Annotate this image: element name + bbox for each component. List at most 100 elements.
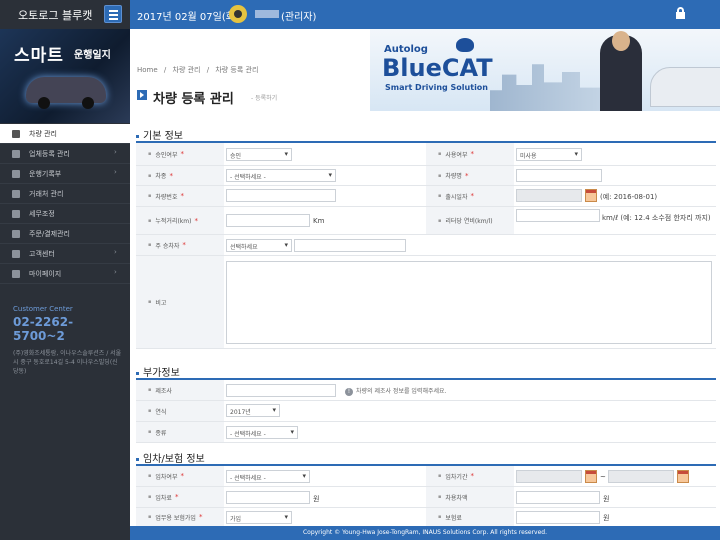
- section-title-extra: 부가정보: [136, 364, 180, 379]
- note-textarea[interactable]: [226, 261, 712, 344]
- sidebar-item-company[interactable]: 업체등록 관리 ›: [0, 144, 130, 164]
- user-icon: [12, 270, 20, 278]
- sidebar-item-label: 거래처 관리: [29, 190, 64, 198]
- sidebar-nav: 차량 관리 업체등록 관리 › 운행기록부 › 거래처 관리 세무조정 주문/결…: [0, 124, 130, 284]
- fee-input[interactable]: [226, 491, 310, 504]
- deposit-label: 차용차액: [426, 487, 514, 507]
- period-start-input[interactable]: [516, 470, 582, 483]
- lock-icon[interactable]: [676, 7, 685, 19]
- car-icon: [12, 130, 20, 138]
- sidebar-banner: 스마트 운행일지: [0, 29, 130, 123]
- app-title[interactable]: 오토로그 블루캣: [18, 7, 92, 23]
- form-row: 업무용 보험가입* 가입 보험료 원: [136, 508, 716, 526]
- approval-select[interactable]: 승인: [226, 148, 292, 161]
- sidebar-item-label: 주문/결제관리: [29, 230, 70, 238]
- driver-input[interactable]: [294, 239, 406, 252]
- approval-label: 승인여부*: [136, 143, 224, 165]
- customer-center-heading: Customer Center: [13, 305, 73, 313]
- driver-select[interactable]: 선택하세요: [226, 239, 292, 252]
- form-row: 임차료* 원 차용차액 원: [136, 487, 716, 508]
- calendar-icon[interactable]: [585, 470, 597, 483]
- period-label: 임차기간*: [426, 466, 514, 486]
- banner-subtitle: 운행일지: [74, 50, 111, 61]
- lease-select[interactable]: - 선택하세요 -: [226, 470, 310, 483]
- logo-line3: Smart Driving Solution: [385, 83, 488, 92]
- sidebar-item-tax[interactable]: 세무조정: [0, 204, 130, 224]
- period-separator: ~: [600, 473, 606, 481]
- form-row: 연식 2017년: [136, 401, 716, 422]
- breadcrumb-separator: /: [163, 66, 167, 74]
- plate-label: 차량번호*: [136, 186, 224, 206]
- plate-input[interactable]: [226, 189, 336, 202]
- kind-select[interactable]: - 선택하세요 -: [226, 426, 298, 439]
- breadcrumb-current: 차량 등록 관리: [215, 66, 259, 74]
- calendar-icon[interactable]: [585, 189, 597, 202]
- form-row: 주 승차자* 선택하세요: [136, 235, 716, 256]
- breadcrumb-home[interactable]: Home: [137, 66, 158, 74]
- form-row: 승인여부* 승인 사용여부* 미사용: [136, 143, 716, 166]
- premium-input[interactable]: [516, 511, 600, 524]
- brand-area: 오토로그 블루캣: [0, 0, 130, 29]
- sidebar-item-label: 세무조정: [29, 210, 55, 218]
- maker-input[interactable]: [226, 384, 336, 397]
- breadcrumb-separator: /: [206, 66, 210, 74]
- fuel-hint: km/ℓ (예: 12.4 소수점 한자리 까지): [602, 214, 711, 222]
- sidebar-item-support[interactable]: 고객센터 ›: [0, 244, 130, 264]
- year-select[interactable]: 2017년: [226, 404, 280, 417]
- avatar[interactable]: [229, 5, 247, 23]
- driver-label: 주 승차자*: [136, 235, 224, 255]
- title-arrow-icon: [137, 90, 147, 100]
- menu-toggle-button[interactable]: [104, 5, 122, 23]
- period-end-input[interactable]: [608, 470, 674, 483]
- page-subtitle: - 등록하기: [251, 95, 278, 102]
- sidebar-item-orders[interactable]: 주문/결제관리: [0, 224, 130, 244]
- deposit-unit: 원: [603, 495, 610, 503]
- year-label: 연식: [136, 401, 224, 421]
- fuel-efficiency-input[interactable]: [516, 209, 600, 222]
- chevron-right-icon: ›: [114, 248, 117, 256]
- fee-unit: 원: [313, 495, 320, 503]
- sidebar-item-label: 업체등록 관리: [29, 150, 70, 158]
- form-row: 차종* - 선택하세요 - 차량명*: [136, 166, 716, 186]
- sidebar-item-mypage[interactable]: 마이페이지 ›: [0, 264, 130, 284]
- sidebar-item-label: 운행기록부: [29, 170, 62, 178]
- sidebar-item-label: 차량 관리: [29, 130, 57, 138]
- mileage-input[interactable]: [226, 214, 310, 227]
- headset-icon: [12, 250, 20, 258]
- vehicle-type-select[interactable]: - 선택하세요 -: [226, 169, 336, 182]
- note-label: 비고: [136, 256, 224, 348]
- form-row: 비고: [136, 256, 716, 349]
- calculator-icon: [12, 210, 20, 218]
- release-hint: (예: 2016-08-01): [600, 193, 658, 201]
- maker-hint: ! 차량의 제조사 정보를 입력해주세요.: [345, 386, 446, 396]
- form-row: 제조사 !차량의 제조사 정보를 입력해주세요.: [136, 380, 716, 401]
- customer-center-phone: 02-2262-5700~2: [13, 315, 74, 343]
- insurance-select[interactable]: 가입: [226, 511, 292, 524]
- deposit-input[interactable]: [516, 491, 600, 504]
- footer: Copyright © Young-Hwa Jose-TongRam, INAU…: [130, 526, 720, 540]
- logo-line2: BlueCAT: [382, 54, 493, 82]
- cat-icon: [456, 38, 474, 52]
- user-role: (관리자): [281, 12, 317, 23]
- info-icon: !: [345, 388, 353, 396]
- form-row: 누적거리(km)* Km 리터당 연비(km/l) km/ℓ (예: 12.4 …: [136, 207, 716, 235]
- calendar-icon[interactable]: [677, 470, 689, 483]
- section-title-lease: 임차/보험 정보: [136, 450, 205, 465]
- sidebar-item-clients[interactable]: 거래처 관리: [0, 184, 130, 204]
- premium-unit: 원: [603, 514, 610, 522]
- sidebar-item-label: 고객센터: [29, 250, 55, 258]
- customer-center-address: (주)영화조세통람, 이나우스솔루션즈 / 서울시 중구 동호로14길 5-4 …: [13, 350, 122, 375]
- sidebar-item-logbook[interactable]: 운행기록부 ›: [0, 164, 130, 184]
- sidebar: 스마트 운행일지 차량 관리 업체등록 관리 › 운행기록부 › 거래처 관리 …: [0, 29, 130, 540]
- sidebar-item-vehicle[interactable]: 차량 관리: [0, 124, 130, 144]
- release-date-input[interactable]: [516, 189, 582, 202]
- gear-icon: [12, 150, 20, 158]
- mileage-label: 누적거리(km)*: [136, 207, 224, 234]
- card-icon: [12, 230, 20, 238]
- usage-select[interactable]: 미사용: [516, 148, 582, 161]
- vehicle-name-input[interactable]: [516, 169, 602, 182]
- breadcrumb-vehicle[interactable]: 차량 관리: [173, 66, 201, 74]
- car-image: [26, 77, 106, 109]
- customer-center: Customer Center 02-2262-5700~2 (주)영화조세통람…: [13, 305, 123, 376]
- top-bar: 오토로그 블루캣 2017년 02월 07일(화) (관리자): [0, 0, 720, 29]
